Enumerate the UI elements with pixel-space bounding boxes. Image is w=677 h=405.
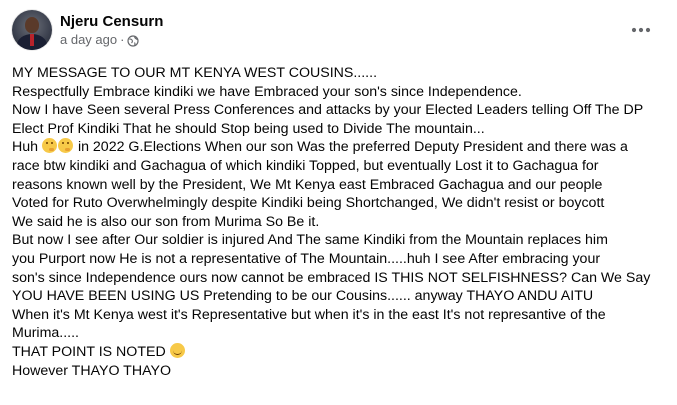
- post-line: race btw kindiki and Gachagua of which k…: [12, 157, 599, 174]
- more-options-icon[interactable]: [625, 14, 657, 46]
- author-avatar[interactable]: [12, 10, 52, 50]
- post-line: Voted for Ruto Overwhelmingly despite Ki…: [12, 195, 605, 212]
- post-line: Now I have Seen several Press Conference…: [12, 102, 644, 119]
- separator-dot: ·: [120, 32, 125, 47]
- post-timestamp[interactable]: a day ago: [60, 31, 117, 48]
- post-line: Murima.....: [12, 325, 80, 342]
- post-meta: Njeru Censurn a day ago ·: [60, 12, 163, 48]
- post-line: Elect Prof Kindiki That he should Stop b…: [12, 120, 485, 137]
- facebook-post: Njeru Censurn a day ago · MY MESSAGE TO …: [0, 0, 677, 405]
- post-line: MY MESSAGE TO OUR MT KENYA WEST COUSINS.…: [12, 65, 378, 81]
- post-header: Njeru Censurn a day ago ·: [12, 8, 163, 52]
- post-line: son's since Independence ours now cannot…: [12, 269, 651, 286]
- post-line: We said he is also our son from Murima S…: [12, 213, 320, 230]
- thinking-face-emoji: [41, 138, 57, 154]
- post-body: MY MESSAGE TO OUR MT KENYA WEST COUSINS.…: [12, 64, 672, 380]
- thinking-face-emoji: [57, 138, 73, 154]
- post-line: reasons known well by the President, We …: [12, 176, 603, 193]
- smiling-face-emoji: [169, 342, 185, 358]
- author-name[interactable]: Njeru Censurn: [60, 12, 163, 31]
- post-line-text: THAT POINT IS NOTED: [12, 343, 166, 360]
- huh-word: Huh: [12, 139, 39, 156]
- post-line-text: in 2022 G.Elections When our son Was the…: [77, 139, 628, 156]
- post-line-noted: THAT POINT IS NOTED: [12, 342, 672, 362]
- globe-icon[interactable]: [127, 34, 140, 47]
- post-line: But now I see after Our soldier is injur…: [12, 232, 608, 249]
- post-line: you Purport now He is not a representati…: [12, 250, 601, 267]
- post-line: However THAYO THAYO: [12, 362, 171, 379]
- post-line: When it's Mt Kenya west it's Representat…: [12, 306, 606, 323]
- post-line: YOU HAVE BEEN USING US Pretending to be …: [12, 288, 594, 305]
- post-subline: a day ago ·: [60, 31, 163, 48]
- post-line-huh: Huh in 2022 G.Elections When our son Was…: [12, 138, 672, 157]
- post-line: Respectfully Embrace kindiki we have Emb…: [12, 83, 522, 100]
